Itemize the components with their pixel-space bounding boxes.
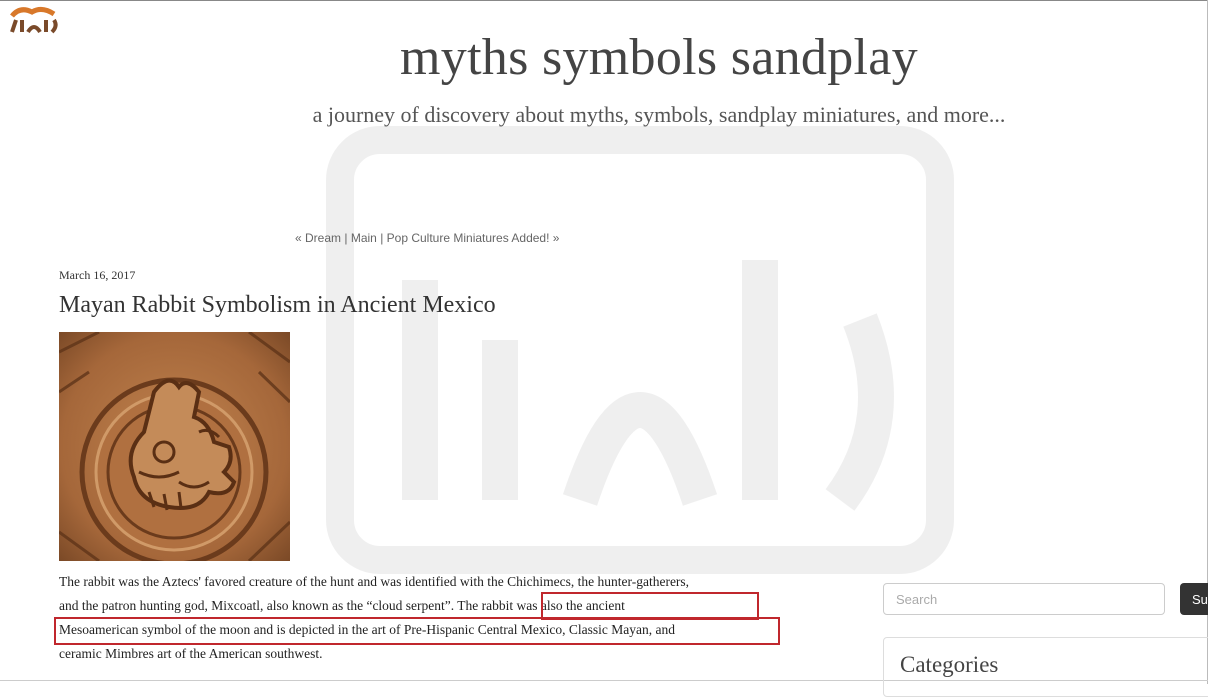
post-title[interactable]: Mayan Rabbit Symbolism in Ancient Mexico bbox=[59, 292, 496, 319]
post-body-line: The rabbit was the Aztecs' favored creat… bbox=[59, 574, 690, 589]
nav-separator: | bbox=[380, 231, 384, 245]
mayan-rabbit-image[interactable] bbox=[59, 332, 290, 561]
search-input[interactable] bbox=[883, 583, 1165, 615]
previous-post-link[interactable]: « Dream bbox=[295, 231, 341, 245]
post-body-line: and the patron hunting god, Mixcoatl, al… bbox=[59, 598, 625, 613]
main-link[interactable]: Main bbox=[351, 231, 377, 245]
nav-separator: | bbox=[344, 231, 348, 245]
post-navigation: « Dream | Main | Pop Culture Miniatures … bbox=[295, 231, 559, 245]
site-tagline: a journey of discovery about myths, symb… bbox=[312, 102, 1006, 127]
next-post-link[interactable]: Pop Culture Miniatures Added! » bbox=[387, 231, 560, 245]
watermark-logo bbox=[326, 126, 954, 574]
window-top-border bbox=[0, 0, 1208, 1]
post-body-line: ceramic Mimbres art of the American sout… bbox=[59, 646, 323, 661]
post-body: The rabbit was the Aztecs' favored creat… bbox=[59, 570, 849, 666]
post-body-line: Mesoamerican symbol of the moon and is d… bbox=[59, 622, 675, 637]
post-date: March 16, 2017 bbox=[59, 268, 136, 282]
search-submit-button[interactable]: Su bbox=[1180, 583, 1208, 615]
categories-heading: Categories bbox=[900, 652, 999, 677]
site-title[interactable]: myths symbols sandplay bbox=[0, 28, 1208, 87]
carved-rabbit-glyph bbox=[59, 332, 290, 561]
categories-widget: Categories bbox=[883, 637, 1208, 697]
